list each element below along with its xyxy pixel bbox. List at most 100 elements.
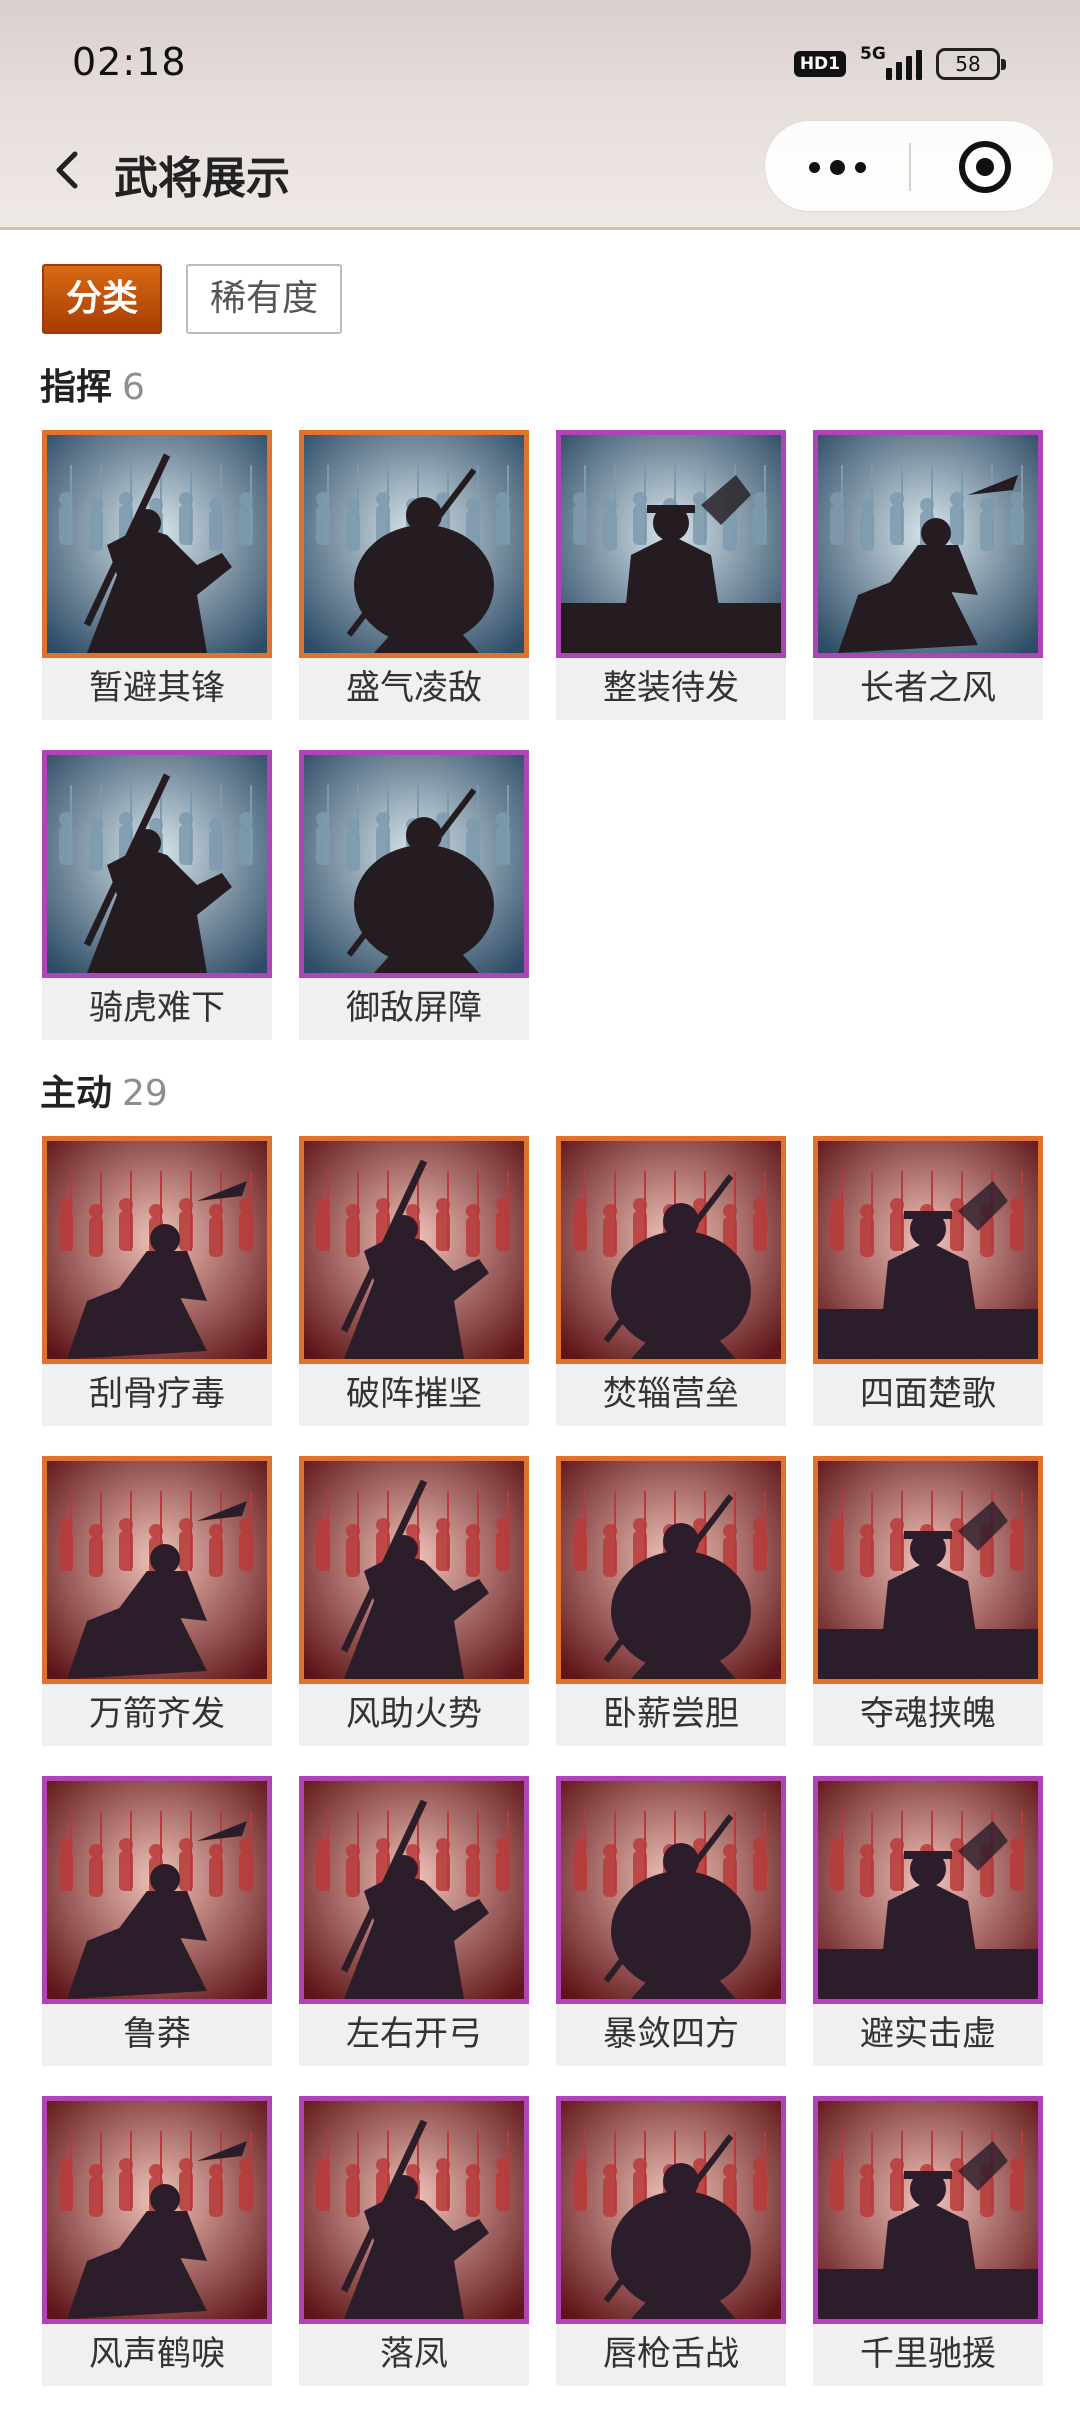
skill-art-image (299, 430, 529, 658)
skill-card[interactable]: 破阵摧坚 (299, 1136, 529, 1426)
skill-art-image (556, 430, 786, 658)
skill-card[interactable]: 千里驰援 (813, 2096, 1043, 2386)
skill-art-image (299, 750, 529, 978)
skill-card[interactable]: 落凤 (299, 2096, 529, 2386)
skill-art-illustration (304, 1461, 524, 1679)
skill-name: 破阵摧坚 (346, 1374, 482, 1414)
skill-name: 暂避其锋 (89, 668, 225, 708)
skill-name: 四面楚歌 (860, 1374, 996, 1414)
skill-name: 风声鹤唳 (89, 2334, 225, 2374)
skill-art-illustration (47, 1461, 267, 1679)
skill-name: 长者之风 (860, 668, 996, 708)
filter-tabs: 分类 稀有度 (42, 264, 343, 334)
skill-grid-command: 暂避其锋 盛气凌敌 整装待发 长者之风 骑虎难下 御敌屏障 (42, 430, 1043, 1040)
skill-name: 避实击虚 (860, 2014, 996, 2054)
skill-art-image (556, 1136, 786, 1364)
skill-name: 刮骨疗毒 (89, 1374, 225, 1414)
skill-art-illustration (818, 435, 1038, 653)
skill-art-illustration (304, 1781, 524, 1999)
skill-name: 风助火势 (346, 1694, 482, 1734)
nav-bar: 武将展示 (0, 120, 1080, 230)
status-icons: HD1 5G 58 (793, 44, 1006, 84)
skill-art-image (42, 1136, 272, 1364)
skill-name: 鲁莽 (123, 2014, 191, 2054)
skill-name: 盛气凌敌 (346, 668, 482, 708)
target-circle-icon[interactable] (915, 121, 1055, 213)
skill-art-illustration (561, 1461, 781, 1679)
skill-name: 卧薪尝胆 (603, 1694, 739, 1734)
skill-art-illustration (47, 1781, 267, 1999)
skill-art-illustration (561, 2101, 781, 2319)
skill-card[interactable]: 焚辎营垒 (556, 1136, 786, 1426)
skill-name: 御敌屏障 (346, 988, 482, 1028)
capsule-divider (909, 143, 911, 191)
skill-card[interactable]: 四面楚歌 (813, 1136, 1043, 1426)
skill-art-illustration (47, 435, 267, 653)
skill-card[interactable]: 盛气凌敌 (299, 430, 529, 720)
skill-art-illustration (818, 1141, 1038, 1359)
skill-card[interactable]: 万箭齐发 (42, 1456, 272, 1746)
skill-card[interactable]: 风助火势 (299, 1456, 529, 1746)
skill-art-image (42, 750, 272, 978)
skill-art-illustration (304, 435, 524, 653)
skill-name: 整装待发 (603, 668, 739, 708)
skill-card[interactable]: 夺魂挟魄 (813, 1456, 1043, 1746)
skill-art-illustration (818, 2101, 1038, 2319)
section-title-active: 主动 29 (40, 1064, 168, 1116)
skill-card[interactable]: 卧薪尝胆 (556, 1456, 786, 1746)
skill-card[interactable]: 长者之风 (813, 430, 1043, 720)
skill-name: 万箭齐发 (89, 1694, 225, 1734)
skill-card[interactable]: 左右开弓 (299, 1776, 529, 2066)
more-dots-icon[interactable] (765, 121, 910, 213)
skill-art-image (813, 1136, 1043, 1364)
skill-card[interactable]: 唇枪舌战 (556, 2096, 786, 2386)
skill-art-image (556, 1776, 786, 2004)
skill-card[interactable]: 避实击虚 (813, 1776, 1043, 2066)
skill-art-image (299, 1776, 529, 2004)
skill-name: 落凤 (380, 2334, 448, 2374)
skill-name: 千里驰援 (860, 2334, 996, 2374)
skill-card[interactable]: 暴敛四方 (556, 1776, 786, 2066)
section-title-command: 指挥 6 (40, 358, 145, 410)
skill-card[interactable]: 御敌屏障 (299, 750, 529, 1040)
tab-category[interactable]: 分类 (42, 264, 163, 334)
signal-icon: 5G (860, 44, 922, 80)
page-title: 武将展示 (114, 153, 290, 204)
skill-card[interactable]: 整装待发 (556, 430, 786, 720)
skill-art-image (42, 430, 272, 658)
skill-card[interactable]: 风声鹤唳 (42, 2096, 272, 2386)
skill-art-illustration (47, 2101, 267, 2319)
skill-name: 唇枪舌战 (603, 2334, 739, 2374)
skill-art-illustration (818, 1461, 1038, 1679)
battery-icon: 58 (936, 48, 1006, 80)
skill-card[interactable]: 骑虎难下 (42, 750, 272, 1040)
skill-art-illustration (304, 755, 524, 973)
skill-art-illustration (47, 1141, 267, 1359)
skill-name: 左右开弓 (346, 2014, 482, 2054)
skill-art-illustration (818, 1781, 1038, 1999)
skill-name: 焚辎营垒 (603, 1374, 739, 1414)
skill-card[interactable]: 鲁莽 (42, 1776, 272, 2066)
skill-art-image (299, 1136, 529, 1364)
status-bar: 02:18 HD1 5G 58 (0, 0, 1080, 120)
tab-rarity[interactable]: 稀有度 (186, 264, 343, 334)
skill-art-image (813, 1776, 1043, 2004)
section-name: 指挥 (40, 367, 113, 408)
skill-card[interactable]: 刮骨疗毒 (42, 1136, 272, 1426)
section-name: 主动 (40, 1073, 113, 1114)
skill-art-image (813, 2096, 1043, 2324)
skill-art-illustration (561, 1141, 781, 1359)
section-count: 6 (122, 367, 145, 408)
skill-art-illustration (304, 2101, 524, 2319)
skill-grid-active: 刮骨疗毒 破阵摧坚 焚辎营垒 四面楚歌 万箭齐发 风助火势 卧薪尝胆 夺魂挟魄 … (42, 1136, 1043, 2386)
header: 02:18 HD1 5G 58 武将展示 (0, 0, 1080, 230)
skill-art-image (556, 2096, 786, 2324)
chevron-left-icon[interactable] (44, 148, 88, 192)
status-time: 02:18 (72, 40, 187, 84)
skill-card[interactable]: 暂避其锋 (42, 430, 272, 720)
skill-art-image (813, 430, 1043, 658)
skill-name: 夺魂挟魄 (860, 1694, 996, 1734)
skill-art-image (42, 2096, 272, 2324)
skill-art-image (42, 1456, 272, 1684)
skill-art-image (813, 1456, 1043, 1684)
